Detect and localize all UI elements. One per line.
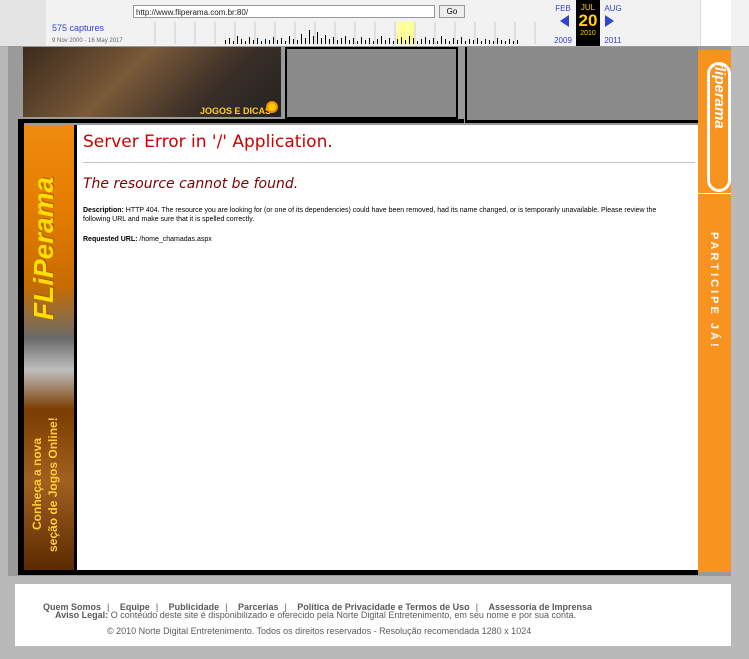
wayback-logo[interactable] — [0, 0, 46, 46]
left-banner-line2: seção de Jogos Online! — [46, 417, 60, 552]
next-year-label[interactable]: 2011 — [601, 36, 625, 45]
footer-aviso: Aviso Legal: O conteúdo deste site é dis… — [55, 610, 576, 620]
aviso-label: Aviso Legal: — [55, 610, 109, 620]
right-banner-seam — [698, 193, 731, 194]
requested-url: Requested URL: /home_chamadas.aspx — [83, 236, 212, 243]
captures-link[interactable]: 575 captures — [52, 23, 104, 33]
capture-date-range: 9 Nov 2000 - 16 May 2017 — [52, 38, 123, 44]
error-divider — [83, 162, 695, 163]
left-banner-logo: FLiPerama — [28, 176, 59, 320]
url-input[interactable]: http://www.fliperama.com.br:80/ — [133, 5, 435, 18]
bottom-divider — [18, 570, 698, 575]
top-placeholder-box — [285, 47, 458, 119]
error-description: Description: HTTP 404. The resource you … — [83, 206, 683, 224]
right-banner-logo: fliperama — [711, 62, 728, 129]
requested-url-label: Requested URL: — [83, 236, 138, 243]
current-year: 2010 — [580, 30, 596, 37]
banner-dicas-label: JOGOS E DICAS — [200, 106, 272, 116]
description-label: Description: — [83, 207, 124, 214]
next-capture-arrow-icon[interactable] — [605, 15, 614, 27]
footer-copyright: © 2010 Norte Digital Entretenimento. Tod… — [107, 626, 532, 636]
requested-url-value: /home_chamadas.aspx — [139, 236, 212, 243]
error-title: Server Error in '/' Application. — [83, 132, 333, 152]
participe-cta[interactable]: PARTICIPE JÁ! — [708, 232, 720, 350]
banner-dot-icon — [266, 101, 278, 113]
top-right-placeholder-box — [465, 47, 698, 123]
prev-capture-arrow-icon[interactable] — [560, 15, 569, 27]
error-subtitle: The resource cannot be found. — [83, 176, 299, 192]
left-banner-line1: Conheça a nova — [30, 437, 44, 530]
current-day: 20 — [578, 11, 598, 30]
description-text: HTTP 404. The resource you are looking f… — [83, 207, 657, 223]
prev-year-label[interactable]: 2009 — [551, 36, 575, 45]
current-date-box: JUL 20 2010 — [576, 0, 600, 46]
capture-histogram[interactable] — [133, 22, 550, 44]
aviso-text: O conteúdo deste site é disponibilizado … — [110, 610, 576, 620]
next-month-label[interactable]: AUG — [601, 4, 625, 13]
toolbar-right-panel — [700, 0, 731, 46]
wayback-toolbar: 575 captures 9 Nov 2000 - 16 May 2017 ht… — [0, 0, 749, 47]
go-button[interactable]: Go — [439, 5, 465, 18]
prev-month-label[interactable]: FEB — [551, 4, 575, 13]
top-divider — [18, 119, 464, 123]
